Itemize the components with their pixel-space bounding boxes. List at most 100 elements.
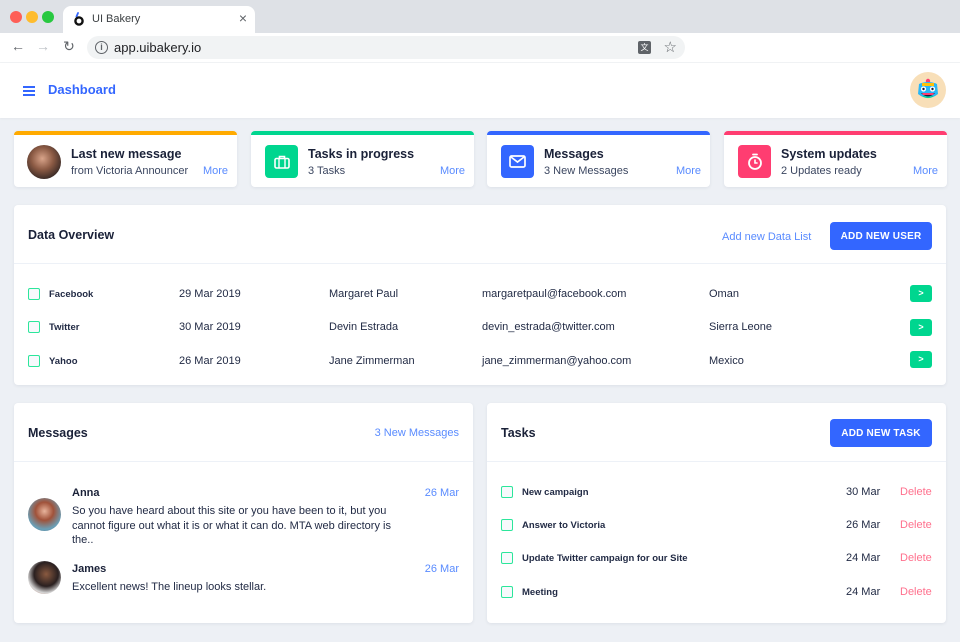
- tab-title: UI Bakery: [92, 13, 141, 25]
- tasks-title: Tasks: [501, 426, 536, 440]
- messages-panel: Messages 3 New Messages Anna 26 Mar So y…: [14, 403, 473, 623]
- task-checkbox[interactable]: [501, 519, 513, 531]
- forward-arrow-icon[interactable]: →: [34, 38, 52, 54]
- task-label: Meeting: [522, 587, 558, 598]
- row-email: margaretpaul@facebook.com: [482, 288, 627, 300]
- row-name: Devin Estrada: [329, 321, 399, 333]
- address-bar[interactable]: i app.uibakery.io 文 ☆: [87, 36, 685, 59]
- messages-title: Messages: [28, 426, 88, 440]
- row-checkbox[interactable]: [28, 355, 40, 367]
- row-date: 29 Mar 2019: [179, 288, 241, 300]
- stat-card-system-updates: System updates 2 Updates ready More: [724, 131, 947, 187]
- data-overview-panel: Data Overview Add new Data List ADD NEW …: [14, 205, 946, 385]
- task-date: 30 Mar: [846, 486, 881, 498]
- row-source: Facebook: [49, 289, 94, 300]
- task-date: 24 Mar: [846, 586, 881, 598]
- add-data-list-link[interactable]: Add new Data List: [722, 231, 811, 243]
- task-date: 26 Mar: [846, 519, 881, 531]
- uibakery-logo-icon: [74, 12, 84, 26]
- briefcase-icon: [265, 145, 298, 178]
- stat-card-messages: Messages 3 New Messages More: [487, 131, 710, 187]
- message-text: So you have heard about this site or you…: [72, 505, 391, 546]
- url-text[interactable]: app.uibakery.io: [114, 40, 201, 55]
- add-new-user-button[interactable]: ADD NEW USER: [830, 222, 932, 250]
- message-date: 26 Mar: [424, 487, 459, 499]
- victoria-avatar: [27, 145, 61, 179]
- more-link[interactable]: More: [913, 165, 938, 177]
- row-open-button[interactable]: >: [910, 319, 932, 336]
- info-icon[interactable]: i: [95, 41, 108, 54]
- task-checkbox[interactable]: [501, 486, 513, 498]
- row-checkbox[interactable]: [28, 321, 40, 333]
- window-maximize-button[interactable]: [42, 11, 54, 23]
- data-overview-title: Data Overview: [28, 228, 115, 242]
- stat-subtitle: from Victoria Announcer: [71, 165, 189, 177]
- email-icon: [501, 145, 534, 178]
- message-sender: Anna: [72, 487, 100, 499]
- task-label: Answer to Victoria: [522, 520, 606, 531]
- row-source: Yahoo: [49, 356, 78, 367]
- translate-icon[interactable]: 文: [638, 41, 651, 54]
- row-country: Oman: [709, 288, 739, 300]
- stat-title: Messages: [544, 147, 604, 161]
- task-label: New campaign: [522, 487, 589, 498]
- row-email: devin_estrada@twitter.com: [482, 321, 615, 333]
- close-tab-icon[interactable]: ×: [239, 10, 247, 26]
- james-avatar: [28, 561, 61, 594]
- row-checkbox[interactable]: [28, 288, 40, 300]
- anna-avatar: [28, 498, 61, 531]
- hamburger-menu-icon[interactable]: [23, 86, 35, 96]
- browser-toolbar: ← → ↻ i app.uibakery.io 文 ☆: [0, 33, 960, 63]
- user-avatar[interactable]: [910, 72, 946, 108]
- lion-mascot-icon: [918, 78, 938, 99]
- row-country: Sierra Leone: [709, 321, 772, 333]
- row-name: Jane Zimmerman: [329, 355, 415, 367]
- more-link[interactable]: More: [203, 165, 228, 177]
- delete-task-link[interactable]: Delete: [900, 586, 932, 598]
- bookmark-star-icon[interactable]: ☆: [664, 38, 677, 56]
- message-text: Excellent news! The lineup looks stellar…: [72, 581, 267, 593]
- row-email: jane_zimmerman@yahoo.com: [482, 355, 632, 367]
- task-checkbox[interactable]: [501, 586, 513, 598]
- task-label: Update Twitter campaign for our Site: [522, 553, 688, 564]
- stat-title: Last new message: [71, 147, 182, 161]
- row-open-button[interactable]: >: [910, 351, 932, 368]
- task-checkbox[interactable]: [501, 552, 513, 564]
- stat-subtitle: 2 Updates ready: [781, 165, 862, 177]
- tasks-header: Tasks ADD NEW TASK: [487, 403, 946, 462]
- row-open-button[interactable]: >: [910, 285, 932, 302]
- tasks-panel: Tasks ADD NEW TASK New campaign 30 Mar D…: [487, 403, 946, 623]
- browser-tab[interactable]: UI Bakery ×: [63, 6, 255, 33]
- delete-task-link[interactable]: Delete: [900, 552, 932, 564]
- more-link[interactable]: More: [440, 165, 465, 177]
- delete-task-link[interactable]: Delete: [900, 519, 932, 531]
- window-minimize-button[interactable]: [26, 11, 38, 23]
- row-date: 30 Mar 2019: [179, 321, 241, 333]
- row-date: 26 Mar 2019: [179, 355, 241, 367]
- stat-subtitle: 3 Tasks: [308, 165, 346, 177]
- message-date: 26 Mar: [424, 563, 459, 575]
- stat-title: Tasks in progress: [308, 147, 415, 161]
- delete-task-link[interactable]: Delete: [900, 486, 932, 498]
- stopwatch-icon: [738, 145, 771, 178]
- add-new-task-button[interactable]: ADD NEW TASK: [830, 419, 932, 447]
- reload-icon[interactable]: ↻: [60, 38, 78, 55]
- stat-subtitle: 3 New Messages: [544, 165, 629, 177]
- stat-card-last-message: Last new message from Victoria Announcer…: [14, 131, 237, 187]
- row-name: Margaret Paul: [329, 288, 399, 300]
- app-header: Dashboard: [0, 63, 960, 118]
- stat-card-tasks: Tasks in progress 3 Tasks More: [251, 131, 474, 187]
- browser-tab-bar: UI Bakery ×: [0, 0, 960, 33]
- row-country: Mexico: [709, 355, 744, 367]
- window-close-button[interactable]: [10, 11, 22, 23]
- messages-header: Messages 3 New Messages: [14, 403, 473, 462]
- row-source: Twitter: [49, 322, 80, 333]
- page-title: Dashboard: [48, 82, 116, 97]
- task-date: 24 Mar: [846, 552, 881, 564]
- new-messages-link[interactable]: 3 New Messages: [375, 427, 459, 439]
- more-link[interactable]: More: [676, 165, 701, 177]
- message-sender: James: [72, 563, 107, 575]
- back-arrow-icon[interactable]: ←: [9, 38, 27, 54]
- data-overview-header: Data Overview Add new Data List ADD NEW …: [14, 205, 946, 264]
- stat-title: System updates: [781, 147, 877, 161]
